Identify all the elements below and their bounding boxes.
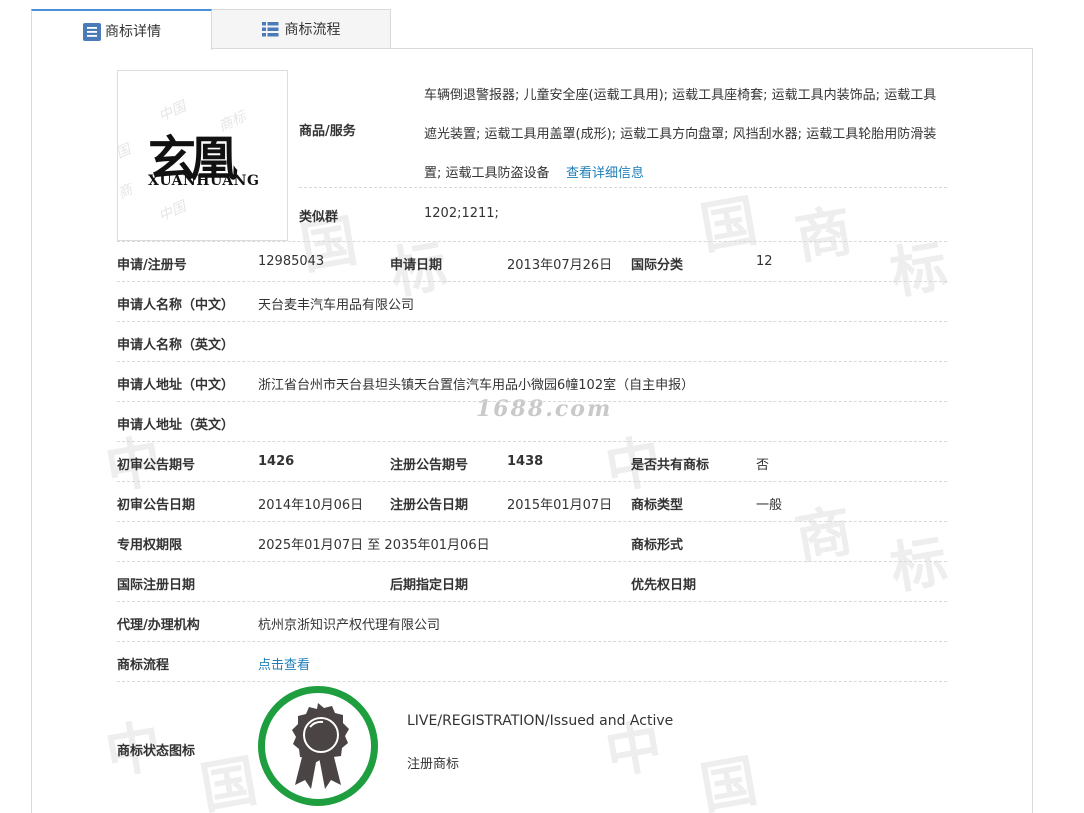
status-en: LIVE/REGISTRATION/Issued and Active: [407, 713, 674, 729]
tab-label: 商标流程: [284, 22, 341, 38]
applicant-cn-value: 天台麦丰汽车用品有限公司: [258, 298, 415, 313]
reg-pub-no-value: 1438: [507, 454, 544, 469]
reg-no-label: 申请/注册号: [117, 258, 187, 273]
apply-date-label: 申请日期: [390, 258, 443, 273]
prelim-date-value: 2014年10月06日: [258, 498, 364, 513]
reg-pub-date-label: 注册公告日期: [390, 498, 469, 513]
divider: [117, 241, 947, 242]
later-date-label: 后期指定日期: [390, 578, 469, 593]
divider: [117, 561, 947, 562]
goods-label: 商品/服务: [299, 124, 356, 139]
divider: [117, 441, 947, 442]
prelim-date-label: 初审公告日期: [117, 498, 196, 513]
reg-pub-date-value: 2015年01月07日: [507, 498, 613, 513]
divider: [117, 681, 947, 682]
divider: [117, 641, 947, 642]
divider: [117, 401, 947, 402]
term-label: 专用权期限: [117, 538, 183, 553]
divider: [117, 321, 947, 322]
goods-list: 车辆倒退警报器; 儿童安全座(运载工具用); 运载工具座椅套; 运载工具内装饰品…: [424, 76, 949, 193]
priority-date-label: 优先权日期: [631, 578, 697, 593]
shared-value: 否: [756, 458, 770, 473]
divider: [117, 601, 947, 602]
status-label: 商标状态图标: [117, 744, 196, 759]
document-list-icon: [82, 22, 101, 41]
divider: [117, 281, 947, 282]
similar-group-label: 类似群: [299, 210, 339, 225]
trademark-logo-subtext: XUANHUANG: [148, 173, 260, 189]
shared-label: 是否共有商标: [631, 458, 710, 473]
tab-bar: 商标详情 商标流程: [31, 9, 1033, 50]
intl-class-label: 国际分类: [631, 258, 684, 273]
status-cn: 注册商标: [407, 757, 460, 772]
apply-date-value: 2013年07月26日: [507, 258, 613, 273]
tm-form-label: 商标形式: [631, 538, 684, 553]
reg-no-value: 12985043: [258, 254, 325, 269]
intl-class-value: 12: [756, 254, 773, 269]
tab-trademark-flow[interactable]: 商标流程: [211, 9, 391, 49]
similar-group-value: 1202;1211;: [424, 206, 499, 221]
term-value: 2025年01月07日 至 2035年01月06日: [258, 538, 490, 553]
trademark-image: 中国 商标 国 商 中国 玄凰 XUANHUANG: [117, 70, 288, 241]
view-details-link[interactable]: 查看详细信息: [566, 166, 644, 181]
address-en-label: 申请人地址（英文）: [117, 418, 235, 433]
goods-text: 车辆倒退警报器; 儿童安全座(运载工具用); 运载工具座椅套; 运载工具内装饰品…: [424, 88, 937, 181]
tm-type-label: 商标类型: [631, 498, 684, 513]
site-watermark: 1688.com: [476, 396, 613, 422]
prelim-no-label: 初审公告期号: [117, 458, 196, 473]
intl-reg-date-label: 国际注册日期: [117, 578, 196, 593]
list-icon: [261, 21, 279, 38]
status-badge: [258, 686, 378, 806]
reg-pub-no-label: 注册公告期号: [390, 458, 469, 473]
agent-label: 代理/办理机构: [117, 618, 200, 633]
divider: [299, 187, 947, 188]
award-ribbon-icon: [292, 703, 349, 789]
divider: [117, 521, 947, 522]
flow-view-link[interactable]: 点击查看: [258, 654, 310, 673]
tab-trademark-details[interactable]: 商标详情: [31, 9, 212, 50]
divider: [117, 361, 947, 362]
applicant-en-label: 申请人名称（英文）: [117, 338, 235, 353]
prelim-no-value: 1426: [258, 454, 295, 469]
tab-label: 商标详情: [105, 23, 161, 40]
agent-value: 杭州京浙知识产权代理有限公司: [258, 618, 441, 633]
tm-type-value: 一般: [756, 498, 783, 513]
divider: [117, 481, 947, 482]
address-cn-value: 浙江省台州市天台县坦头镇天台置信汽车用品小微园6幢102室（自主申报）: [258, 378, 695, 393]
applicant-cn-label: 申请人名称（中文）: [117, 298, 235, 313]
flow-label: 商标流程: [117, 658, 170, 673]
address-cn-label: 申请人地址（中文）: [117, 378, 235, 393]
